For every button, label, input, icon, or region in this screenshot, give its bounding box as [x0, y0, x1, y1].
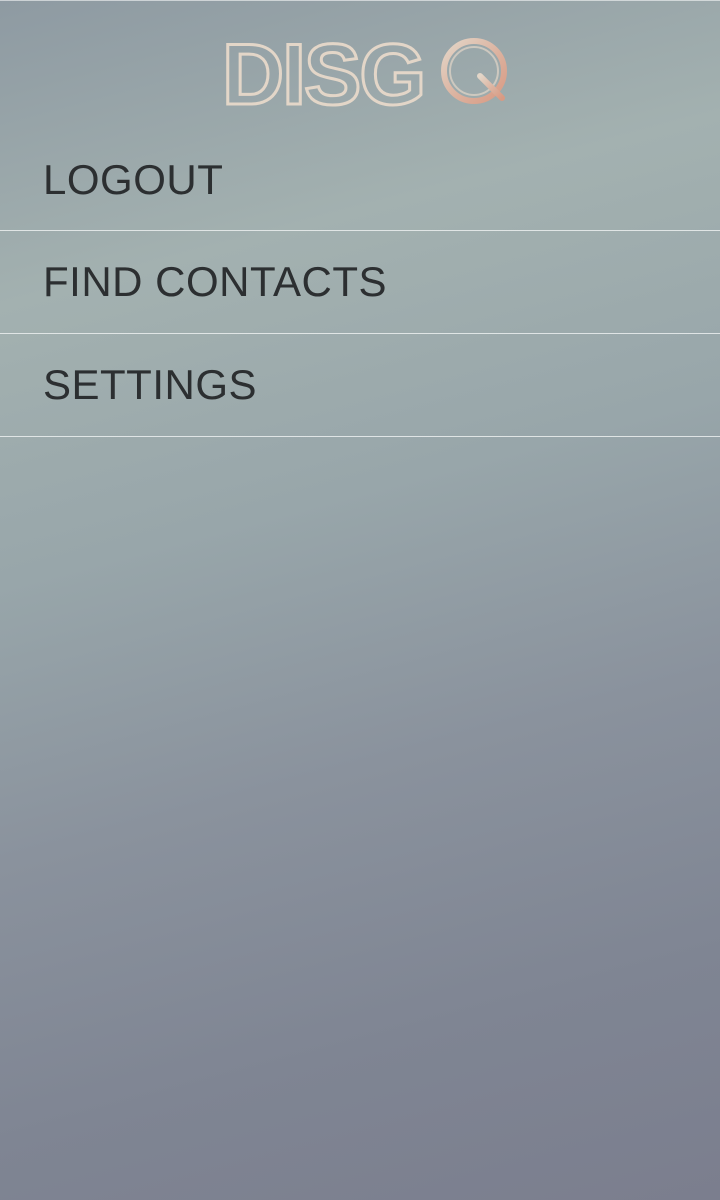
side-menu-screen: DISG LOGOUT FIND CONTACTS SETTINGS — [0, 0, 720, 1200]
main-menu: LOGOUT FIND CONTACTS SETTINGS — [0, 130, 720, 437]
menu-item-label: SETTINGS — [43, 361, 258, 408]
logo-q-mark — [441, 38, 507, 104]
logo-letters: DISG — [222, 27, 424, 116]
menu-item-find-contacts[interactable]: FIND CONTACTS — [0, 231, 720, 334]
menu-item-label: FIND CONTACTS — [43, 258, 388, 305]
menu-item-settings[interactable]: SETTINGS — [0, 334, 720, 437]
menu-item-logout[interactable]: LOGOUT — [0, 130, 720, 231]
menu-item-label: LOGOUT — [43, 156, 224, 203]
disgo-logo-mark: DISG — [221, 26, 507, 116]
disgo-logo: DISG — [212, 26, 522, 116]
top-edge-divider — [0, 0, 720, 1]
